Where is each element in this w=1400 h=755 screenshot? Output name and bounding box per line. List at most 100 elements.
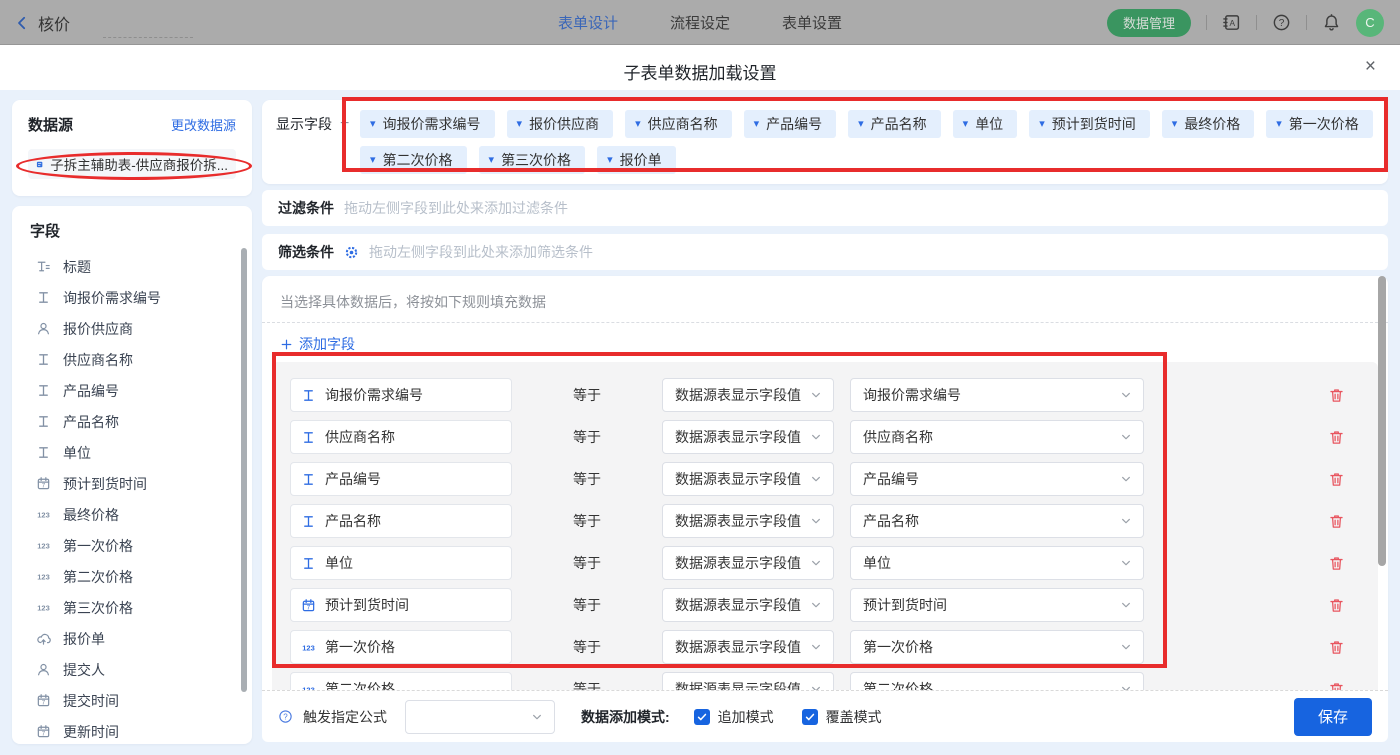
trash-icon[interactable] <box>1328 597 1345 614</box>
caret-down-icon: ▾ <box>635 119 641 130</box>
display-field-chip[interactable]: ▾产品编号 <box>744 110 837 138</box>
display-field-chip[interactable]: ▾产品名称 <box>848 110 941 138</box>
field-item[interactable]: 提交时间 <box>12 685 252 716</box>
close-icon[interactable]: × <box>1365 57 1376 76</box>
display-field-chip[interactable]: ▾询报价需求编号 <box>360 110 495 138</box>
field-item[interactable]: 第三次价格 <box>12 592 252 623</box>
display-field-chip[interactable]: ▾第三次价格 <box>479 146 586 174</box>
field-item[interactable]: 更新时间 <box>12 716 252 744</box>
field-item[interactable]: 供应商名称 <box>12 344 252 375</box>
avatar[interactable]: C <box>1356 9 1384 37</box>
field-item[interactable]: 报价单 <box>12 623 252 654</box>
checkbox-checked-icon[interactable] <box>694 709 710 725</box>
chip-label: 第三次价格 <box>501 150 571 170</box>
field-item[interactable]: 单位 <box>12 437 252 468</box>
rule-source-select[interactable]: 数据源表显示字段值 <box>662 672 834 690</box>
text-field-icon <box>36 414 51 429</box>
display-field-chip[interactable]: ▾最终价格 <box>1162 110 1255 138</box>
trash-icon[interactable] <box>1328 639 1345 656</box>
trash-icon[interactable] <box>1328 429 1345 446</box>
display-field-chip[interactable]: ▾报价单 <box>597 146 676 174</box>
chevron-down-icon <box>1119 556 1133 570</box>
field-item[interactable]: 报价供应商 <box>12 313 252 344</box>
topbar-tab[interactable]: 表单设置 <box>782 12 842 33</box>
rule-source-select[interactable]: 数据源表显示字段值 <box>662 504 834 538</box>
field-item[interactable]: 提交人 <box>12 654 252 685</box>
rule-field-box[interactable]: 预计到货时间 <box>290 588 512 622</box>
rule-source-select[interactable]: 数据源表显示字段值 <box>662 546 834 580</box>
save-button[interactable]: 保存 <box>1294 698 1372 736</box>
field-item-label: 预计到货时间 <box>63 474 147 494</box>
field-item[interactable]: 询报价需求编号 <box>12 282 252 313</box>
contacts-icon[interactable] <box>1222 13 1241 32</box>
field-item[interactable]: 第一次价格 <box>12 530 252 561</box>
display-field-chip[interactable]: ▾第一次价格 <box>1266 110 1373 138</box>
topbar-tab[interactable]: 流程设定 <box>670 12 730 33</box>
rule-target-select[interactable]: 第二次价格 <box>850 672 1144 690</box>
display-field-chip[interactable]: ▾单位 <box>953 110 1018 138</box>
rule-target-select[interactable]: 供应商名称 <box>850 420 1144 454</box>
rule-source-select[interactable]: 数据源表显示字段值 <box>662 420 834 454</box>
display-field-chip[interactable]: ▾第二次价格 <box>360 146 467 174</box>
filter-condition-bar[interactable]: 过滤条件 拖动左侧字段到此处来添加过滤条件 <box>262 190 1388 226</box>
trash-icon[interactable] <box>1328 513 1345 530</box>
rule-source-select[interactable]: 数据源表显示字段值 <box>662 378 834 412</box>
chip-label: 询报价需求编号 <box>383 114 481 134</box>
rule-field-box[interactable]: 询报价需求编号 <box>290 378 512 412</box>
trash-icon[interactable] <box>1328 555 1345 572</box>
rule-target-select[interactable]: 产品编号 <box>850 462 1144 496</box>
field-item[interactable]: 预计到货时间 <box>12 468 252 499</box>
gear-icon[interactable] <box>344 245 359 260</box>
display-field-chip[interactable]: ▾预计到货时间 <box>1029 110 1150 138</box>
datasource-item[interactable]: 子拆主辅助表-供应商报价拆... <box>28 149 236 179</box>
rule-target-select[interactable]: 询报价需求编号 <box>850 378 1144 412</box>
bell-icon[interactable] <box>1322 13 1341 32</box>
divider <box>1206 15 1207 30</box>
field-item[interactable]: 第二次价格 <box>12 561 252 592</box>
app-root: 核价 表单设计流程设定表单设置 数据管理 C 子表单数据加载设置 × 数据源 更… <box>0 0 1400 755</box>
rule-target-select[interactable]: 第一次价格 <box>850 630 1144 664</box>
mode-checkbox[interactable]: 覆盖模式 <box>802 707 882 727</box>
rule-target-select[interactable]: 产品名称 <box>850 504 1144 538</box>
chevron-down-icon <box>1119 388 1133 402</box>
fields-scrollbar[interactable] <box>241 248 247 692</box>
rule-field-box[interactable]: 第二次价格 <box>290 672 512 690</box>
field-item[interactable]: 最终价格 <box>12 499 252 530</box>
rule-field-box[interactable]: 产品名称 <box>290 504 512 538</box>
rule-field-box[interactable]: 第一次价格 <box>290 630 512 664</box>
rule-source-select[interactable]: 数据源表显示字段值 <box>662 462 834 496</box>
checkbox-checked-icon[interactable] <box>802 709 818 725</box>
trash-icon[interactable] <box>1328 387 1345 404</box>
rules-scrollbar[interactable] <box>1378 276 1386 566</box>
data-manage-button[interactable]: 数据管理 <box>1107 9 1191 37</box>
checkbox-label: 追加模式 <box>718 707 774 727</box>
trash-icon[interactable] <box>1328 681 1345 691</box>
change-datasource-link[interactable]: 更改数据源 <box>171 115 236 134</box>
rule-source-select[interactable]: 数据源表显示字段值 <box>662 588 834 622</box>
rule-operator: 等于 <box>552 385 622 405</box>
display-field-chip[interactable]: ▾报价供应商 <box>507 110 614 138</box>
rule-target-select[interactable]: 单位 <box>850 546 1144 580</box>
data-add-mode-label: 数据添加模式: <box>581 707 670 727</box>
rule-field-label: 产品编号 <box>325 469 381 489</box>
add-display-field-icon[interactable]: + <box>340 115 349 133</box>
formula-select[interactable] <box>405 700 555 734</box>
field-item[interactable]: 产品名称 <box>12 406 252 437</box>
trash-icon[interactable] <box>1328 471 1345 488</box>
mode-checkbox[interactable]: 追加模式 <box>694 707 774 727</box>
field-item[interactable]: 产品编号 <box>12 375 252 406</box>
rule-target-select[interactable]: 预计到货时间 <box>850 588 1144 622</box>
field-item[interactable]: 标题 <box>12 251 252 282</box>
help-icon[interactable] <box>1272 13 1291 32</box>
rule-field-box[interactable]: 供应商名称 <box>290 420 512 454</box>
rule-source-select[interactable]: 数据源表显示字段值 <box>662 630 834 664</box>
chip-label: 单位 <box>975 114 1003 134</box>
rule-field-box[interactable]: 单位 <box>290 546 512 580</box>
topbar-tab[interactable]: 表单设计 <box>558 12 618 33</box>
screen-condition-bar[interactable]: 筛选条件 拖动左侧字段到此处来添加筛选条件 <box>262 234 1388 270</box>
add-field-button[interactable]: 添加字段 <box>262 323 382 364</box>
rule-field-box[interactable]: 产品编号 <box>290 462 512 496</box>
help-icon[interactable] <box>278 709 293 724</box>
display-field-chip[interactable]: ▾供应商名称 <box>625 110 732 138</box>
rule-field-label: 预计到货时间 <box>325 595 409 615</box>
